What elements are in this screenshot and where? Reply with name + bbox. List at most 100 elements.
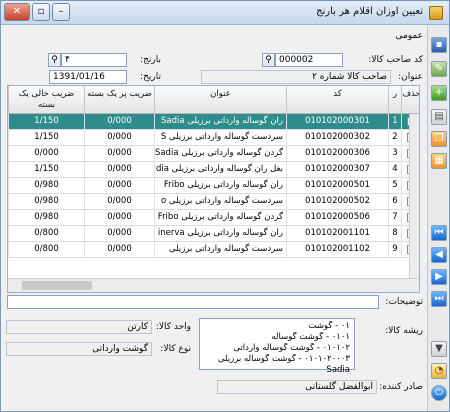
maximize-button[interactable]: ▫ [32,3,50,21]
title-field: صاحب کالا شماره ۲ [201,70,391,84]
empty-factor-cell: 0/000 [8,146,84,162]
tree-item[interactable]: ۰۱۰۱۰۲۰۰۰۳ - گوشت گوساله برزیلی [204,354,350,365]
column-header-row[interactable]: ر [388,86,401,114]
column-header-title[interactable]: عنوان [154,86,286,114]
empty-factor-cell: 0/980 [8,178,84,194]
row-index-cell: 6 [388,194,401,210]
first-record-button[interactable]: ⏮ [431,225,447,241]
barange-lookup-button[interactable]: ⚲ [48,53,61,67]
table-row[interactable]: 3 010102000306 گردن گوساله وارداتی برزیلی … [8,146,416,162]
table-row[interactable]: 8 010102001101 ران گوساله وارداتی برزیلی i… [8,226,416,242]
code-cell: 010102000307 [286,162,388,178]
notes-label: توضیحات: [385,297,423,307]
full-factor-cell: 0/000 [84,114,154,130]
barange-field[interactable]: ۴ [61,53,127,67]
report-button[interactable]: ▦ [431,153,447,169]
horizontal-scroll-thumb[interactable] [22,281,92,290]
last-record-icon: ⏭ [434,293,444,304]
add-row-icon: + [434,87,444,98]
previous-record-button[interactable]: ◀ [431,247,447,263]
code-cell: 010102000501 [286,178,388,194]
save-button[interactable]: ▪ [431,37,447,53]
next-record-button[interactable]: ▶ [431,269,447,285]
issuer-field: ابوالفضل گلستانی [217,380,377,394]
empty-factor-cell: 0/980 [8,194,84,210]
product-root-tree[interactable]: ۰۱ - گوشت ۰۱۰۱ - گوشت گوساله ۰۱۰۱۰۲ - گو… [199,318,355,375]
title-cell: گردن گوساله وارداتی برزیلی Sadia [154,146,286,162]
add-row-button[interactable]: + [431,85,447,101]
full-factor-cell: 0/000 [84,242,154,258]
last-record-button[interactable]: ⏭ [431,291,447,307]
date-label: تاریخ: [140,72,161,82]
search-icon: ⚲ [265,55,272,65]
row-index-cell: 5 [388,178,401,194]
product-root-label: ریشه کالا: [385,326,423,336]
code-cell: 010102000301 [286,114,388,130]
column-header-empty-factor[interactable]: ضریب خالی یک بسته [8,86,84,114]
report-icon: ▦ [434,155,444,166]
vertical-scrollbar[interactable] [409,114,419,279]
title-cell: ران گوساله وارداتی برزیلی inerva [154,226,286,242]
table-row[interactable]: 7 010102000506 گردن گوساله وارداتی برزیلی … [8,210,416,226]
empty-factor-cell: 1/150 [8,114,84,130]
type-field: گوشت وارداتی [6,342,152,356]
column-header-code[interactable]: کد [286,86,388,114]
barange-label: بارنج: [140,55,161,65]
product-owner-lookup-button[interactable]: ⚲ [262,53,275,67]
copy-button[interactable]: ❐ [431,131,447,147]
full-factor-cell: 0/000 [84,130,154,146]
chart-icon: ◔ [434,365,444,376]
empty-factor-cell: 0/800 [8,226,84,242]
title-cell: سردست گوساله وارداتی برزیلی [154,242,286,258]
full-factor-cell: 0/000 [84,226,154,242]
save-icon: ▪ [435,39,443,50]
date-field[interactable]: 1391/01/16 [49,70,127,84]
tree-item[interactable]: ۰۱۰۱۰۲ - گوشت گوساله وارداتی [204,343,350,354]
table-row[interactable]: 1 010102000301 ران گوساله وارداتی برزیلی S… [8,114,416,130]
notes-field[interactable] [7,295,379,309]
title-cell: گردن گوساله وارداتی برزیلی Fribo [154,210,286,226]
empty-factor-cell: 1/150 [8,130,84,146]
edit-button[interactable]: ✎ [431,61,447,77]
power-button[interactable]: ⏻ [431,385,447,401]
right-toolbar: ▪ ✎ + ▤ ❐ ▦ ⏮ ◀ ▶ ⏭ ▼ ◔ ⏻ [427,25,449,411]
table-row[interactable]: 5 010102000501 ران گوساله وارداتی برزیلی F… [8,178,416,194]
title-cell: بغل ران گوساله وارداتی برزیلی dia [154,162,286,178]
first-record-icon: ⏮ [434,227,444,238]
tree-item[interactable]: ۰۱ - گوشت [204,321,350,332]
table-row[interactable]: 4 010102000307 بغل ران گوساله وارداتی برزی… [8,162,416,178]
document-button[interactable]: ▤ [431,109,447,125]
type-label: نوع کالا: [160,344,191,354]
column-header-delete[interactable]: حذف [401,86,419,114]
table-row[interactable]: 6 010102000502 سردست گوساله وارداتی برزیلی… [8,194,416,210]
document-icon: ▤ [434,111,444,122]
form-content: عمومی کد صاحب کالا: 000002 ⚲ عنوان: صاحب… [1,25,427,411]
full-factor-cell: 0/000 [84,178,154,194]
chart-button[interactable]: ◔ [431,363,447,379]
title-cell: ران گوساله وارداتی برزیلی Sadia [154,114,286,130]
code-cell: 010102001101 [286,226,388,242]
full-factor-cell: 0/000 [84,162,154,178]
close-button[interactable]: ✕ [4,3,30,21]
product-owner-code-label: کد صاحب کالا: [368,55,423,65]
edit-icon: ✎ [434,63,444,74]
product-owner-code-field[interactable]: 000002 [275,53,343,67]
row-index-cell: 4 [388,162,401,178]
column-header-full-factor[interactable]: ضریب پر یک بسته [84,86,154,114]
row-index-cell: 9 [388,242,401,258]
table-row[interactable]: 9 010102001102 سردست گوساله وارداتی برزیلی… [8,242,416,258]
search-icon: ⚲ [51,55,58,65]
tree-item[interactable]: ۰۱۰۱ - گوشت گوساله [204,332,350,343]
window: تعیین اوزان اقلام هر بارنج ✕ ▫ – عمومی ک… [0,0,450,412]
minimize-button[interactable]: – [52,3,70,21]
code-cell: 010102001102 [286,242,388,258]
full-factor-cell: 0/000 [84,194,154,210]
filter-button[interactable]: ▼ [431,341,447,357]
table-row[interactable]: 2 010102000302 سردست گوساله وارداتی برزیلی… [8,130,416,146]
row-index-cell: 8 [388,226,401,242]
horizontal-scrollbar[interactable] [8,278,419,292]
code-cell: 010102000302 [286,130,388,146]
tree-item[interactable]: Sadia [204,365,350,376]
code-cell: 010102000506 [286,210,388,226]
full-factor-cell: 0/000 [84,210,154,226]
